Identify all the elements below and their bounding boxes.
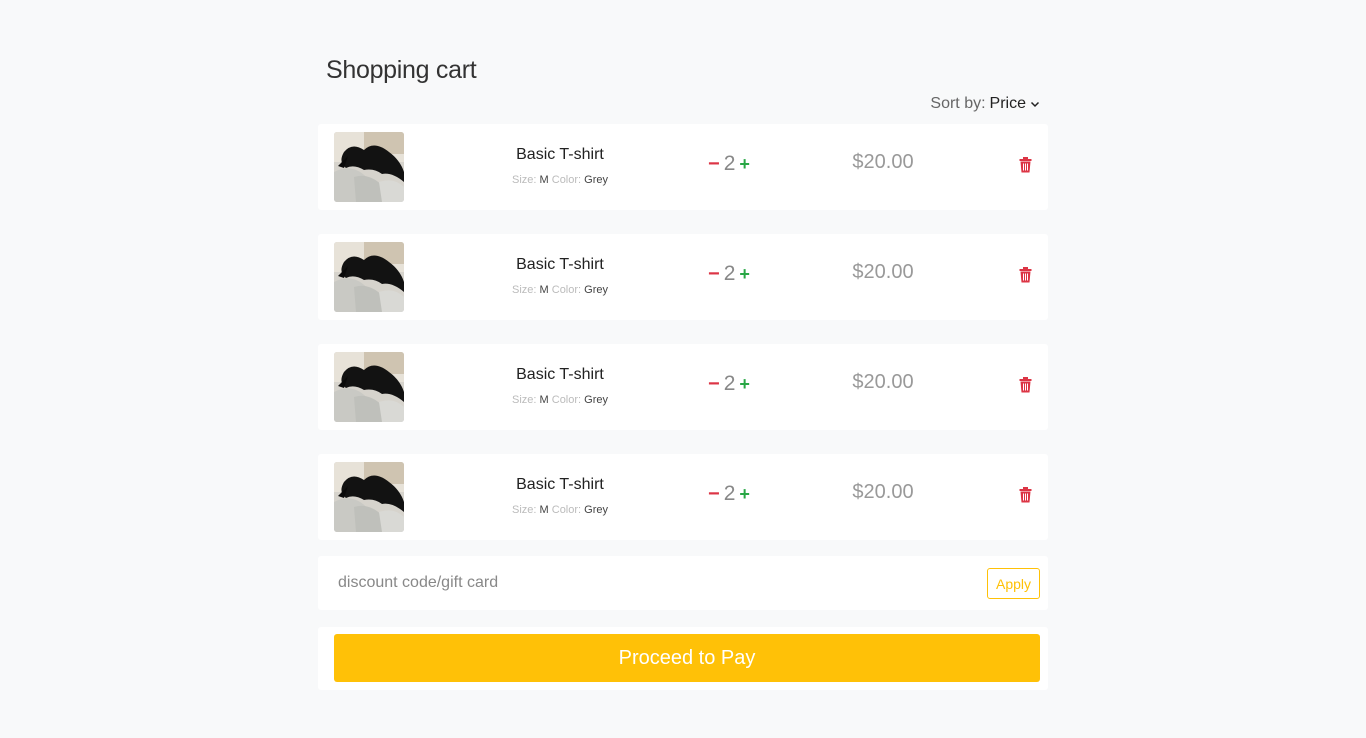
checkout-panel: Proceed to Pay (318, 627, 1048, 690)
trash-icon[interactable] (1019, 487, 1032, 503)
product-image (334, 132, 404, 202)
apply-discount-button[interactable]: Apply (987, 568, 1040, 599)
size-value: M (539, 394, 549, 406)
product-attributes: Size: M Color: Grey (478, 284, 642, 296)
size-label: Size: (511, 394, 537, 406)
minus-icon[interactable]: − (708, 264, 720, 284)
item-price: $20.00 (852, 371, 914, 393)
trash-icon[interactable] (1019, 157, 1032, 173)
sort-value: Price (989, 95, 1026, 112)
quantity-value: 2 (723, 482, 736, 505)
item-price: $20.00 (852, 481, 914, 503)
sort-label: Sort by: (930, 95, 986, 112)
cart-item: Basic T-shirt Size: M Color: Grey − 2 + … (318, 124, 1048, 210)
color-value: Grey (584, 394, 608, 406)
product-image (334, 462, 404, 532)
quantity-stepper: − 2 + (708, 152, 750, 176)
size-label: Size: (511, 284, 537, 296)
color-value: Grey (584, 504, 608, 516)
plus-icon[interactable]: + (739, 265, 750, 283)
proceed-to-pay-button[interactable]: Proceed to Pay (334, 634, 1040, 682)
color-label: Color: (551, 394, 582, 406)
discount-code-input[interactable] (328, 564, 968, 602)
chevron-down-icon (1030, 101, 1040, 108)
minus-icon[interactable]: − (708, 484, 720, 504)
plus-icon[interactable]: + (739, 375, 750, 393)
plus-icon[interactable]: + (739, 485, 750, 503)
cart-item: Basic T-shirt Size: M Color: Grey − 2 + … (318, 344, 1048, 430)
item-price: $20.00 (852, 151, 914, 173)
quantity-stepper: − 2 + (708, 262, 750, 286)
size-value: M (539, 174, 549, 186)
size-value: M (539, 284, 549, 296)
product-name: Basic T-shirt (516, 146, 604, 163)
sort-dropdown[interactable]: Sort by: Price (930, 95, 1040, 113)
quantity-value: 2 (723, 152, 736, 175)
cart-item: Basic T-shirt Size: M Color: Grey − 2 + … (318, 234, 1048, 320)
color-label: Color: (551, 284, 582, 296)
plus-icon[interactable]: + (739, 155, 750, 173)
quantity-value: 2 (723, 262, 736, 285)
quantity-stepper: − 2 + (708, 372, 750, 396)
product-attributes: Size: M Color: Grey (478, 174, 642, 186)
minus-icon[interactable]: − (708, 154, 720, 174)
quantity-stepper: − 2 + (708, 482, 750, 506)
cart-item: Basic T-shirt Size: M Color: Grey − 2 + … (318, 454, 1048, 540)
trash-icon[interactable] (1019, 267, 1032, 283)
trash-icon[interactable] (1019, 377, 1032, 393)
product-name: Basic T-shirt (516, 366, 604, 383)
quantity-value: 2 (723, 372, 736, 395)
color-label: Color: (551, 504, 582, 516)
minus-icon[interactable]: − (708, 374, 720, 394)
discount-panel: Apply (318, 556, 1048, 610)
product-attributes: Size: M Color: Grey (478, 504, 642, 516)
page-title: Shopping cart (326, 56, 477, 84)
product-attributes: Size: M Color: Grey (478, 394, 642, 406)
item-price: $20.00 (852, 261, 914, 283)
size-label: Size: (511, 504, 537, 516)
product-name: Basic T-shirt (516, 256, 604, 273)
product-name: Basic T-shirt (516, 476, 604, 493)
product-image (334, 352, 404, 422)
size-label: Size: (511, 174, 537, 186)
color-value: Grey (584, 284, 608, 296)
product-image (334, 242, 404, 312)
size-value: M (539, 504, 549, 516)
color-label: Color: (551, 174, 582, 186)
color-value: Grey (584, 174, 608, 186)
